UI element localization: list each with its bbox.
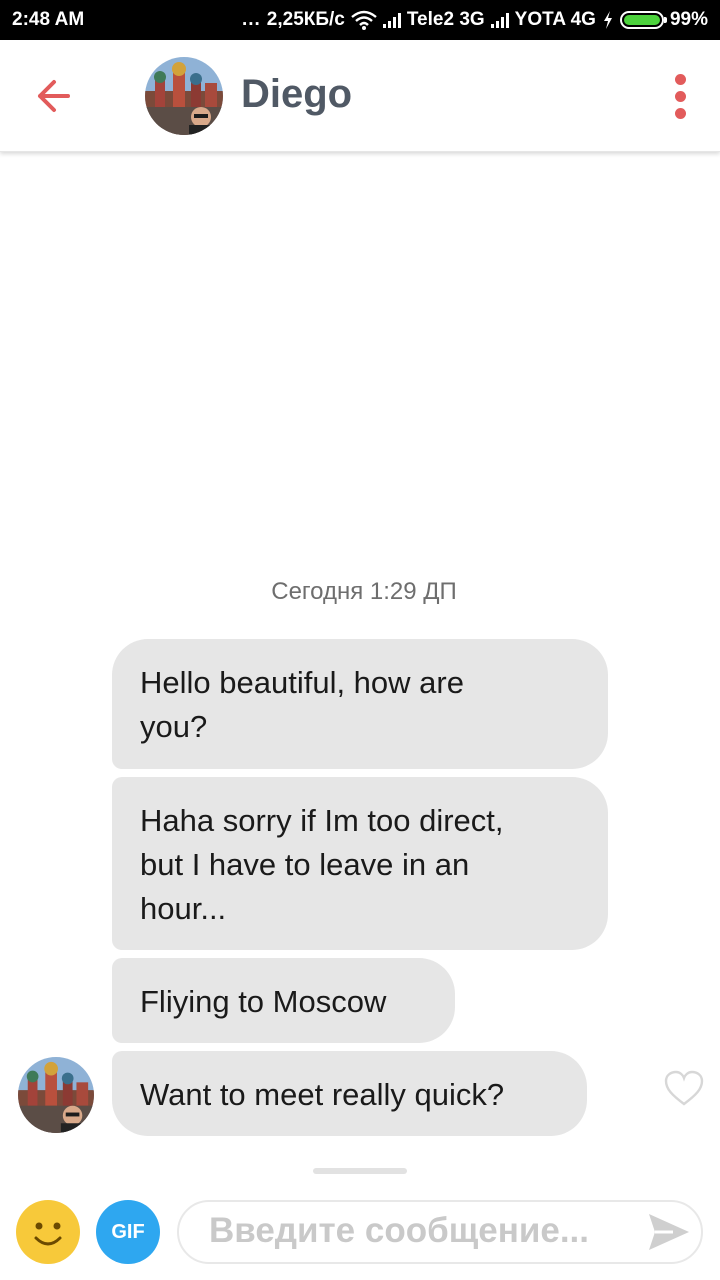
charging-icon (603, 11, 612, 29)
message-text: Haha sorry if Im too direct, (140, 803, 504, 838)
more-vertical-icon (674, 73, 686, 85)
avatar[interactable] (145, 57, 223, 135)
send-icon (649, 1214, 689, 1250)
message-text: Hello beautiful, how are (140, 665, 464, 700)
chat-header: Diego (0, 40, 720, 152)
send-button[interactable] (647, 1212, 691, 1252)
more-options-button[interactable] (660, 68, 700, 124)
message-text: Fliying to Moscow (140, 984, 387, 1019)
signal-icon (490, 12, 509, 28)
more-vertical-icon (674, 90, 686, 102)
sender-avatar[interactable] (18, 1057, 94, 1133)
status-time: 2:48 AM (12, 9, 85, 30)
status-dots: ... (241, 9, 261, 30)
carrier-2: YOTA 4G (514, 9, 596, 30)
message-bubble[interactable]: Hello beautiful, how are you? (112, 639, 608, 769)
message-text: Want to meet really quick? (140, 1077, 505, 1112)
battery-icon (619, 11, 667, 29)
back-button[interactable] (28, 68, 84, 124)
drag-handle[interactable] (313, 1168, 407, 1174)
emoji-button[interactable] (16, 1200, 80, 1264)
status-bar: 2:48 AM ... 2,25КБ/с Tele2 3G YOTA 4G 99… (0, 0, 720, 40)
wifi-icon (351, 10, 377, 30)
battery-level (623, 15, 660, 25)
heart-icon (664, 1070, 704, 1106)
chat-screen: 2:48 AM ... 2,25КБ/с Tele2 3G YOTA 4G 99… (0, 0, 720, 1280)
battery-percent: 99% (669, 9, 708, 30)
status-indicators: ... 2,25КБ/с Tele2 3G YOTA 4G 99% (242, 0, 708, 40)
avatar-photo (18, 1057, 94, 1133)
message-bubble[interactable]: Haha sorry if Im too direct, but I have … (112, 777, 608, 950)
conversation-timestamp: Сегодня 1:29 ДП (271, 578, 457, 605)
like-button[interactable] (664, 1070, 704, 1108)
message-bubble[interactable]: Want to meet really quick? (112, 1051, 587, 1136)
arrow-left-icon (38, 80, 70, 112)
message-bubble[interactable]: Fliying to Moscow (112, 958, 455, 1043)
contact-name[interactable]: Diego (241, 72, 352, 117)
avatar-photo (145, 57, 223, 135)
message-text: you? (140, 709, 208, 744)
carrier-1: Tele2 3G (406, 9, 485, 30)
message-text: but I have to leave in an (140, 847, 470, 882)
message-text: hour... (140, 891, 227, 926)
network-speed: 2,25КБ/с (266, 9, 345, 30)
message-input[interactable]: Введите сообщение... (177, 1200, 703, 1264)
more-vertical-icon (674, 107, 686, 119)
gif-button[interactable]: GIF (96, 1200, 160, 1264)
smiley-icon (16, 1200, 80, 1264)
signal-icon (382, 12, 401, 28)
message-input-placeholder: Введите сообщение... (209, 1211, 589, 1250)
